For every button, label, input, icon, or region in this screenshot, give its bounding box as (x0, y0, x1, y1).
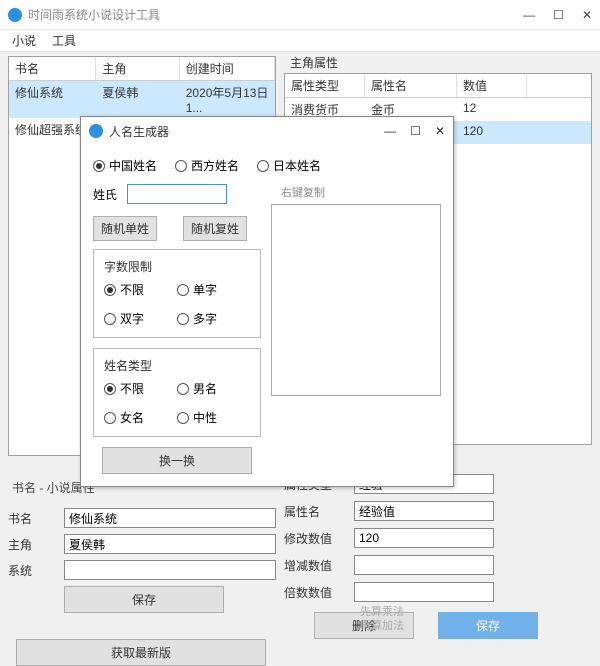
window-titlebar: 时间雨系统小说设计工具 — ☐ ✕ (0, 0, 600, 30)
surname-label: 姓氏 (93, 186, 117, 203)
radio-type-neutral[interactable]: 中性 (177, 409, 250, 426)
get-latest-button[interactable]: 获取最新版 (16, 639, 266, 666)
result-listbox[interactable] (271, 204, 441, 396)
maximize-button[interactable]: ☐ (553, 8, 564, 22)
label-modify: 修改数值 (284, 530, 354, 547)
close-button[interactable]: ✕ (582, 8, 592, 22)
radio-chars-one[interactable]: 单字 (177, 281, 250, 298)
radio-chars-two[interactable]: 双字 (104, 310, 177, 327)
label-add: 增减数值 (284, 557, 354, 574)
radio-west-name[interactable]: 西方姓名 (175, 157, 239, 174)
book-name-input[interactable] (64, 508, 276, 528)
dialog-close-button[interactable]: ✕ (435, 124, 445, 138)
menu-novel[interactable]: 小说 (4, 30, 44, 51)
label-protagonist: 主角 (8, 536, 64, 553)
name-type-label: 姓名类型 (104, 357, 250, 374)
dialog-title: 人名生成器 (109, 123, 384, 140)
add-input[interactable] (354, 555, 494, 575)
dialog-maximize-button[interactable]: ☐ (410, 124, 421, 138)
name-generator-dialog: 人名生成器 — ☐ ✕ 中国姓名 西方姓名 日本姓名 姓氏 随机单姓 随机复姓 (80, 116, 454, 487)
multiply-input[interactable] (354, 582, 494, 602)
modify-input[interactable] (354, 528, 494, 548)
system-input[interactable] (64, 560, 276, 580)
label-multiply: 倍数数值 (284, 584, 354, 601)
dialog-minimize-button[interactable]: — (384, 124, 396, 138)
random-compound-surname-button[interactable]: 随机复姓 (183, 216, 247, 241)
label-attr-name: 属性名 (284, 503, 354, 520)
radio-jp-name[interactable]: 日本姓名 (257, 157, 321, 174)
col-protagonist[interactable]: 主角 (96, 57, 179, 80)
minimize-button[interactable]: — (523, 8, 535, 22)
label-book-name: 书名 (8, 510, 64, 527)
char-limit-group: 字数限制 不限 单字 双字 多字 (93, 249, 261, 338)
copy-hint: 右键复制 (271, 184, 441, 200)
col-attr-value[interactable]: 数值 (457, 74, 527, 97)
surname-input[interactable] (127, 184, 227, 204)
radio-chars-any[interactable]: 不限 (104, 281, 177, 298)
dialog-titlebar: 人名生成器 — ☐ ✕ (81, 117, 453, 145)
dialog-icon (89, 124, 103, 138)
protagonist-input[interactable] (64, 534, 276, 554)
radio-cn-name[interactable]: 中国姓名 (93, 157, 157, 174)
calc-hint: 先算乘法 再算加法 (360, 605, 404, 633)
radio-type-any[interactable]: 不限 (104, 380, 177, 397)
table-row[interactable]: 修仙系统 夏侯韩 2020年5月13日 1... (9, 81, 275, 118)
random-single-surname-button[interactable]: 随机单姓 (93, 216, 157, 241)
col-book-name[interactable]: 书名 (9, 57, 96, 80)
radio-chars-many[interactable]: 多字 (177, 310, 250, 327)
window-title: 时间雨系统小说设计工具 (28, 6, 523, 23)
radio-type-female[interactable]: 女名 (104, 409, 177, 426)
menubar: 小说 工具 (0, 30, 600, 52)
save-button[interactable]: 保存 (64, 586, 224, 613)
label-system: 系统 (8, 562, 64, 579)
attr-group-label: 主角属性 (290, 54, 592, 71)
menu-tools[interactable]: 工具 (44, 30, 84, 51)
col-created[interactable]: 创建时间 (180, 57, 275, 80)
name-type-group: 姓名类型 不限 男名 女名 中性 (93, 348, 261, 437)
attr-name-input[interactable] (354, 501, 494, 521)
col-attr-type[interactable]: 属性类型 (285, 74, 365, 97)
save-attr-button[interactable]: 保存 (438, 612, 538, 639)
app-icon (8, 8, 22, 22)
col-attr-name[interactable]: 属性名 (365, 74, 457, 97)
radio-type-male[interactable]: 男名 (177, 380, 250, 397)
char-limit-label: 字数限制 (104, 258, 250, 275)
generate-button[interactable]: 换一换 (102, 447, 252, 474)
